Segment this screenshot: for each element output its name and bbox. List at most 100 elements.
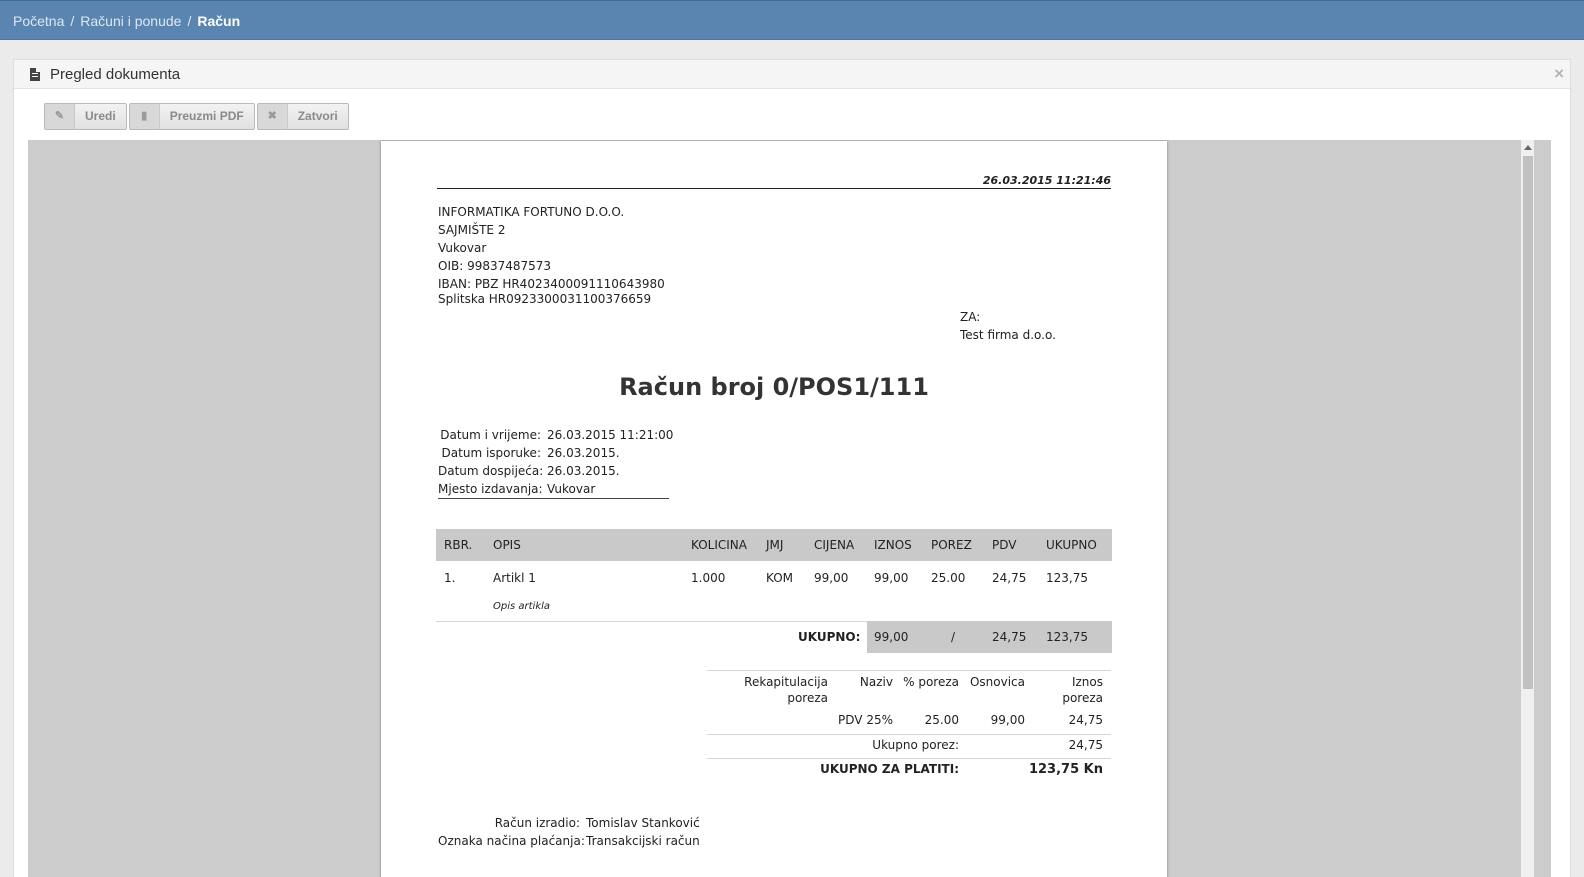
recap-naziv: PDV 25% [838, 713, 893, 727]
column-header: JMJ [766, 538, 784, 552]
meta-key: Datum i vrijeme: [440, 428, 541, 442]
recap-percent: 25.00 [924, 713, 959, 727]
recap-header-2: poreza [787, 691, 828, 705]
issuer-iban: IBAN: PBZ HR4023400091110643980 [438, 277, 665, 291]
item-opis: Artikl 1 [493, 571, 536, 585]
recipient-block: ZA: Test firma d.o.o. [960, 308, 1056, 344]
item-jmj: KOM [766, 571, 794, 585]
total-payable-value: 123,75 Kn [1028, 762, 1103, 777]
totals-ukupno: 123,75 [1046, 630, 1088, 644]
item-cijena: 99,00 [814, 571, 849, 585]
issuer-iban-secondary: Splitska HR0923300031100376659 [438, 292, 652, 306]
edit-button[interactable]: ✎ Uredi [44, 103, 127, 130]
total-tax-value: 24,75 [1068, 738, 1103, 752]
top-navbar: Početna / Računi i ponude / Račun [0, 0, 1584, 40]
breadcrumb-separator: / [187, 13, 192, 29]
divider [707, 758, 1111, 759]
scroll-up-arrow-icon[interactable] [1524, 145, 1532, 150]
item-kolicina: 1.000 [691, 571, 726, 585]
totals-row: UKUPNO: 99,00 / 24,75 123,75 [436, 621, 1112, 653]
invoice-meta: Datum i vrijeme: 26.03.2015 11:21:00 Datu… [438, 426, 673, 499]
close-icon: ✖ [257, 104, 288, 129]
document-viewer[interactable]: 26.03.2015 11:21:46 INFORMATIKA FORTUNO … [28, 140, 1551, 877]
recap-base: 99,00 [990, 713, 1025, 727]
total-payable-label: UKUPNO ZA PLATITI: [820, 762, 959, 776]
issuer-oib: OIB: 99837487573 [438, 259, 552, 273]
totals-iznos: 99,00 [874, 630, 909, 644]
meta-key: Datum isporuke: [441, 446, 541, 460]
column-header: OPIS [493, 538, 521, 552]
column-header: PDV [992, 538, 1017, 552]
recap-base-header: Osnovica [969, 675, 1025, 689]
recap-percent-header: % poreza [903, 675, 959, 689]
column-header: UKUPNO [1046, 538, 1097, 552]
close-button-label: Zatvori [297, 109, 338, 123]
item-ukupno: 123,75 [1046, 571, 1088, 585]
item-rbr: 1. [444, 571, 456, 585]
breadcrumb-current: Račun [197, 13, 241, 29]
recap-naziv-header: Naziv [859, 675, 893, 689]
recap-amount-header-2: poreza [1062, 691, 1103, 705]
column-header: RBR. [444, 538, 473, 552]
scrollbar-thumb[interactable] [1523, 156, 1533, 689]
recipient-name: Test firma d.o.o. [960, 328, 1056, 342]
table-row: 1. Artikl 1 Opis artikla 1.000 KOM 99,00… [436, 561, 1112, 622]
total-tax-label: Ukupno porez: [872, 738, 959, 752]
vertical-scrollbar[interactable] [1521, 140, 1534, 877]
meta-row: Datum isporuke: 26.03.2015. [438, 444, 669, 462]
download-pdf-button[interactable]: ▮ Preuzmi PDF [128, 103, 255, 130]
meta-value: Vukovar [547, 482, 596, 496]
column-header: CIJENA [814, 538, 855, 552]
document-icon [30, 68, 40, 81]
close-button[interactable]: ✖ Zatvori [256, 103, 349, 130]
item-porez: 25.00 [931, 571, 966, 585]
document-datetime: 26.03.2015 11:21:46 [437, 174, 1111, 189]
invoice-title: Račun broj 0/POS1/111 [619, 373, 929, 401]
edit-button-label: Uredi [85, 109, 116, 123]
column-header: POREZ [931, 538, 972, 552]
close-icon[interactable]: × [1554, 64, 1564, 84]
meta-value: 26.03.2015 11:21:00 [547, 428, 674, 442]
issuer-name: INFORMATIKA FORTUNO D.O.O. [438, 205, 625, 219]
meta-row: Mjesto izdavanja: Vukovar [438, 480, 669, 498]
issued-by-label: Račun izradio: [494, 816, 580, 830]
download-pdf-button-label: Preuzmi PDF [169, 109, 244, 123]
issuer-city: Vukovar [438, 241, 487, 255]
breadcrumb-invoices-link[interactable]: Računi i ponude [80, 13, 181, 29]
item-pdv: 24,75 [992, 571, 1027, 585]
payment-method-value: Transakcijski račun [586, 834, 700, 848]
panel-header: Pregled dokumenta × [14, 60, 1570, 89]
recipient-label: ZA: [960, 310, 981, 324]
pencil-icon: ✎ [45, 104, 75, 129]
meta-key: Datum dospijeća: [438, 464, 544, 478]
breadcrumb: Početna / Računi i ponude / Račun [13, 13, 240, 29]
meta-value: 26.03.2015. [547, 446, 620, 460]
issuer-block: INFORMATIKA FORTUNO D.O.O. SAJMIŠTE 2 Vu… [438, 203, 665, 308]
issuer-street: SAJMIŠTE 2 [438, 223, 506, 237]
items-table-header: RBR. OPIS KOLICINA JMJ CIJENA IZNOS PORE… [436, 529, 1112, 561]
divider [707, 734, 1111, 735]
item-opis-description: Opis artikla [493, 601, 551, 612]
payment-method-label: Oznaka načina plaćanja: [438, 834, 585, 848]
breadcrumb-separator: / [70, 13, 75, 29]
recap-header-1: Rekapitulacija [744, 675, 828, 689]
item-iznos: 99,00 [874, 571, 909, 585]
tax-recap: Rekapitulacija poreza Naziv % poreza Osn… [707, 670, 1111, 777]
totals-label: UKUPNO: [798, 630, 861, 644]
invoice-page: 26.03.2015 11:21:46 INFORMATIKA FORTUNO … [381, 141, 1167, 877]
column-header: KOLICINA [691, 538, 747, 552]
recap-amount-header-1: Iznos [1071, 675, 1103, 689]
totals-porez: / [951, 630, 956, 644]
issued-by-value: Tomislav Stanković [586, 816, 700, 830]
breadcrumb-home-link[interactable]: Početna [13, 13, 64, 29]
panel-title: Pregled dokumenta [50, 66, 181, 83]
totals-values: 99,00 / 24,75 123,75 [867, 621, 1112, 653]
toolbar: ✎ Uredi ▮ Preuzmi PDF ✖ Zatvori [44, 103, 351, 130]
file-icon: ▮ [129, 104, 160, 129]
meta-row: Datum i vrijeme: 26.03.2015 11:21:00 [438, 426, 673, 444]
recap-amount: 24,75 [1068, 713, 1103, 727]
meta-key: Mjesto izdavanja: [438, 482, 543, 496]
column-header: IZNOS [874, 538, 912, 552]
totals-pdv: 24,75 [992, 630, 1027, 644]
meta-value: 26.03.2015. [547, 464, 620, 478]
